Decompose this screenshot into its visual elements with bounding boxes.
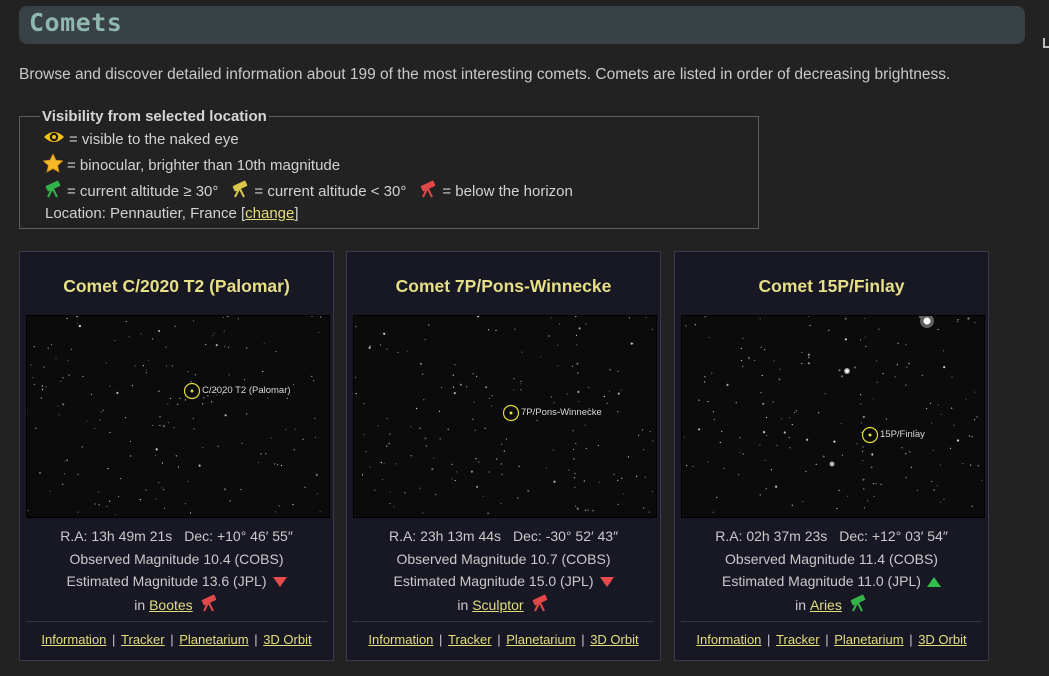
comet-name[interactable]: Comet 7P/Pons-Winnecke [347,276,660,297]
visibility-legend: Visibility from selected location = visi… [19,108,759,229]
comet-marker-label: 15P/Finlay [880,429,925,440]
link-tracker[interactable]: Tracker [121,632,165,647]
legend-binocular-label: = binocular, brighter than 10th magnitud… [67,157,341,174]
link-information[interactable]: Information [368,632,433,647]
legend-naked-eye: = visible to the naked eye [43,129,239,149]
divider [681,621,982,622]
legend-naked-eye-label: = visible to the naked eye [69,130,239,148]
comet-marker-label: C/2020 T2 (Palomar) [202,385,291,396]
trend-up-icon [926,577,941,588]
intro-text: Browse and discover detailed information… [19,66,951,83]
link-information[interactable]: Information [41,632,106,647]
ra-value: R.A: 02h 37m 23s [715,528,828,544]
comet-name[interactable]: Comet 15P/Finlay [675,276,988,297]
constellation-link[interactable]: Bootes [149,597,193,613]
dec-value: Dec: +10° 46′ 55″ [184,528,293,544]
link-tracker[interactable]: Tracker [776,632,820,647]
legend-below-label: = below the horizon [442,182,573,200]
dec-value: Dec: +12° 03′ 54″ [839,528,948,544]
constellation-link[interactable]: Sculptor [472,597,523,613]
legend-alt-high-label: = current altitude ≥ 30° [67,182,219,200]
comet-card: Comet C/2020 T2 (Palomar) C/2020 T2 (Pal… [19,251,334,661]
comet-name[interactable]: Comet C/2020 T2 (Palomar) [20,276,333,297]
estimated-magnitude-row: Estimated Magnitude 11.0 (JPL) [675,573,988,589]
divider [26,621,327,622]
telescope-yellow-icon [230,180,250,202]
estimated-magnitude-row: Estimated Magnitude 15.0 (JPL) [347,573,660,589]
legend-altitude: = current altitude ≥ 30° = current altit… [43,180,573,202]
sky-chart[interactable]: C/2020 T2 (Palomar) [26,315,330,518]
star-icon [42,153,64,177]
comet-card: Comet 7P/Pons-Winnecke 7P/Pons-Winnecke … [346,251,661,661]
legend-alt-low-label: = current altitude < 30° [254,182,407,200]
ra-value: R.A: 13h 49m 21s [60,528,173,544]
constellation-row: in Aries [675,594,988,615]
link-3d-orbit[interactable]: 3D Orbit [263,632,311,647]
observed-magnitude: Observed Magnitude 10.7 (COBS) [396,551,611,567]
constellation-row: in Bootes [20,594,333,615]
link-3d-orbit[interactable]: 3D Orbit [590,632,638,647]
legend-title: Visibility from selected location [40,108,269,125]
link-tracker[interactable]: Tracker [448,632,492,647]
card-links: Information | Tracker | Planetarium | 3D… [368,632,639,647]
ra-value: R.A: 23h 13m 44s [388,528,502,544]
trend-down-icon [272,577,287,588]
estimated-magnitude: Estimated Magnitude 11.0 (JPL) [722,573,921,589]
sky-chart[interactable]: 15P/Finlay [681,315,985,518]
estimated-magnitude-row: Estimated Magnitude 13.6 (JPL) [20,573,333,589]
page-title: Comets [29,8,123,37]
constellation-row: in Sculptor [347,594,660,615]
telescope-red-icon [530,594,550,615]
dec-value: Dec: -30° 52′ 43″ [513,528,619,544]
coordinates: R.A: 23h 13m 44s Dec: -30° 52′ 43″ [347,528,660,544]
location-text: Location: Pennautier, France [ [45,205,246,222]
telescope-red-icon [418,180,438,202]
resize-corner-icon [1043,38,1049,48]
comet-marker-label: 7P/Pons-Winnecke [521,407,602,418]
trend-down-icon [599,577,614,588]
telescope-red-icon [199,594,219,615]
telescope-green-icon [43,180,63,202]
eye-icon [43,129,65,149]
legend-binocular: = binocular, brighter than 10th magnitud… [42,153,341,177]
observed-magnitude: Observed Magnitude 11.4 (COBS) [725,551,938,567]
constellation-link[interactable]: Aries [810,597,842,613]
card-links: Information | Tracker | Planetarium | 3D… [696,632,967,647]
card-links: Information | Tracker | Planetarium | 3D… [41,632,312,647]
page-header: Comets [19,6,1025,44]
link-planetarium[interactable]: Planetarium [179,632,248,647]
link-information[interactable]: Information [696,632,761,647]
comet-card: Comet 15P/Finlay 15P/Finlay R.A: 02h 37m… [674,251,989,661]
legend-location: Location: Pennautier, France [change] [45,205,299,222]
coordinates: R.A: 02h 37m 23s Dec: +12° 03′ 54″ [675,528,988,544]
observed-magnitude: Observed Magnitude 10.4 (COBS) [69,551,284,567]
change-location-link[interactable]: change [245,205,294,222]
coordinates: R.A: 13h 49m 21s Dec: +10° 46′ 55″ [20,528,333,544]
link-planetarium[interactable]: Planetarium [834,632,903,647]
sky-chart[interactable]: 7P/Pons-Winnecke [353,315,657,518]
link-planetarium[interactable]: Planetarium [506,632,575,647]
link-3d-orbit[interactable]: 3D Orbit [918,632,966,647]
divider [353,621,654,622]
estimated-magnitude: Estimated Magnitude 13.6 (JPL) [66,573,267,589]
telescope-green-icon [848,594,868,615]
estimated-magnitude: Estimated Magnitude 15.0 (JPL) [393,573,594,589]
